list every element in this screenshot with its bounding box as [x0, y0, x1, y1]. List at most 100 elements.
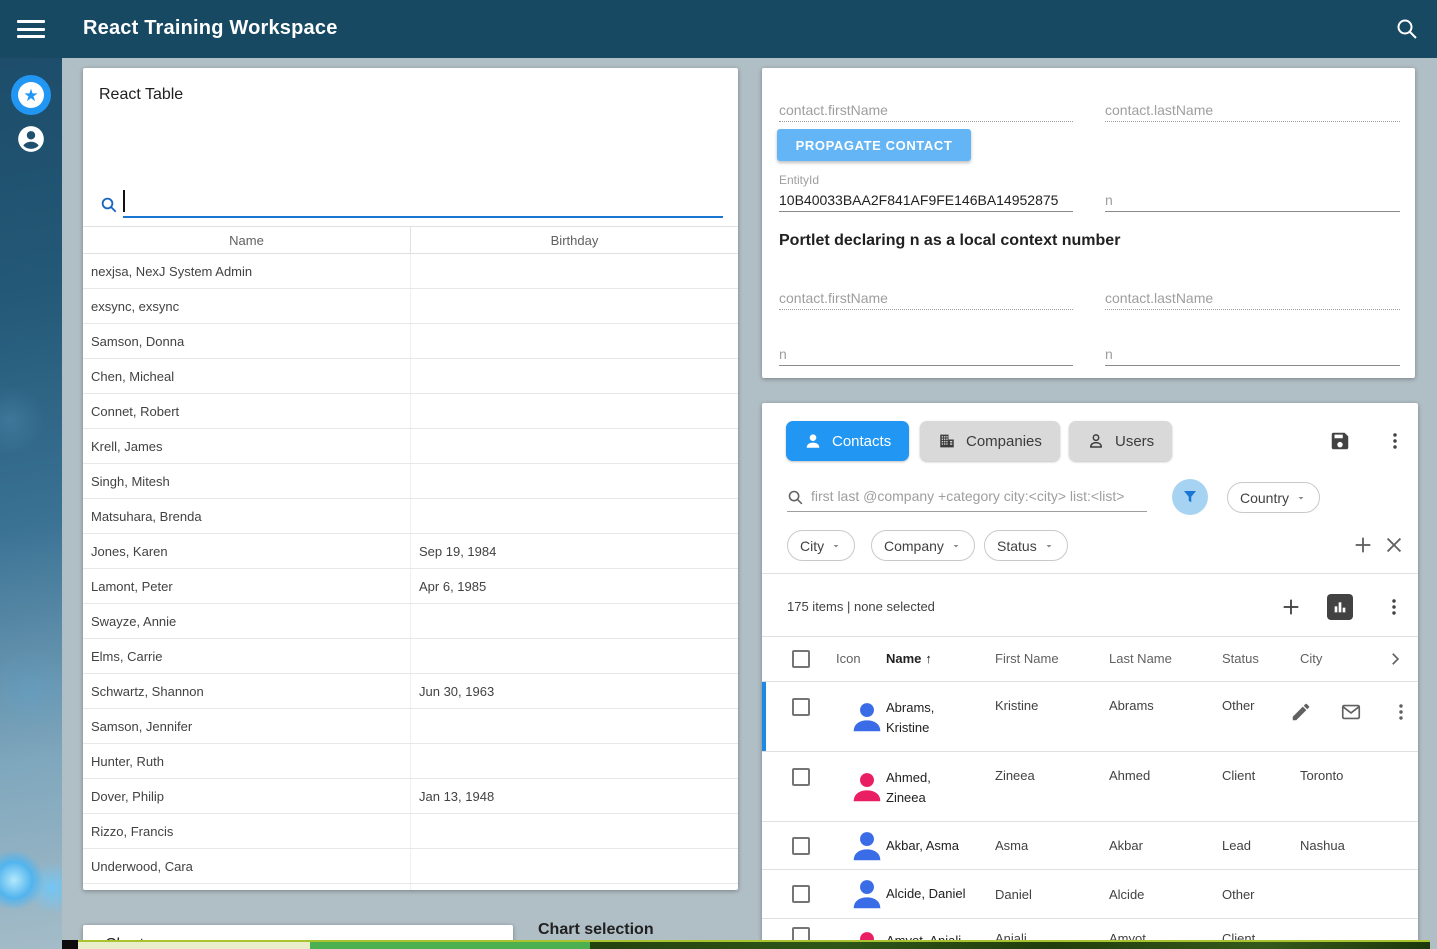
save-icon[interactable] [1329, 430, 1351, 452]
clipped-chart-axis-segment [78, 940, 310, 949]
table-row[interactable]: Schwartz, ShannonJun 30, 1963 [83, 674, 738, 709]
tab-users[interactable]: Users [1069, 421, 1172, 461]
contacts-search-input[interactable] [787, 481, 1147, 511]
contact-person-icon [848, 698, 886, 736]
table-row[interactable]: Samson, Jennifer [83, 709, 738, 744]
country-filter-chip[interactable]: Country [1227, 482, 1320, 513]
contact-first-name-field [779, 98, 1073, 122]
n-field [1105, 188, 1400, 212]
app-bar: React Training Workspace [0, 0, 1437, 58]
funnel-icon [1181, 488, 1199, 506]
person-icon [804, 432, 822, 450]
email-envelope-icon[interactable] [1340, 701, 1362, 723]
table-row[interactable]: Hunter, Ruth [83, 744, 738, 779]
select-all-checkbox[interactable] [792, 650, 810, 668]
column-header-last-name[interactable]: Last Name [1109, 651, 1222, 666]
more-vertical-icon[interactable] [1390, 701, 1412, 723]
table-row[interactable]: Chen, Micheal [83, 359, 738, 394]
portlet-first-name-field [779, 286, 1073, 310]
sidebar-item-workspace[interactable]: ★ [11, 75, 51, 115]
items-status-text: 175 items | none selected [787, 599, 935, 614]
table-row[interactable]: Swayze, Annie [83, 604, 738, 639]
clear-filters-icon[interactable] [1383, 534, 1405, 556]
person-outline-icon [1087, 432, 1105, 450]
column-header-status[interactable]: Status [1222, 651, 1300, 666]
react-table: Name Birthday nexjsa, NexJ System Admin … [83, 226, 738, 890]
table-row[interactable]: Smith, Valerie [83, 884, 738, 890]
row-checkbox[interactable] [792, 837, 810, 855]
edit-pencil-icon[interactable] [1290, 701, 1312, 723]
search-icon[interactable] [1395, 17, 1419, 41]
app-title: React Training Workspace [83, 17, 338, 40]
column-header-name[interactable]: Name ↑ [886, 651, 995, 666]
more-vertical-icon[interactable] [1383, 596, 1405, 618]
search-icon [787, 489, 804, 506]
entity-id-label: EntityId [779, 173, 819, 187]
portlet-first-name-input[interactable] [779, 286, 1073, 309]
n-input[interactable] [1105, 188, 1400, 211]
bar-chart-icon [1332, 599, 1348, 615]
column-header-birthday[interactable]: Birthday [410, 227, 738, 253]
selected-row-indicator [762, 682, 766, 751]
contact-row[interactable]: Akbar, Asma Asma Akbar Lead Nashua [762, 822, 1418, 870]
propagate-contact-button[interactable]: PROPAGATE CONTACT [777, 129, 971, 161]
city-filter-chip[interactable]: City [787, 530, 855, 561]
contact-row[interactable]: Alcide, Daniel Daniel Alcide Other [762, 870, 1418, 919]
row-checkbox[interactable] [792, 698, 810, 716]
table-row[interactable]: Singh, Mitesh [83, 464, 738, 499]
add-filter-icon[interactable] [1352, 534, 1374, 556]
contact-person-icon [848, 827, 886, 865]
row-checkbox[interactable] [792, 768, 810, 786]
chevron-down-icon [1295, 492, 1307, 504]
divider [762, 573, 1418, 574]
table-row[interactable]: Connet, Robert [83, 394, 738, 429]
sidebar-item-account[interactable] [17, 125, 45, 153]
table-row[interactable]: Krell, James [83, 429, 738, 464]
status-filter-chip[interactable]: Status [984, 530, 1068, 561]
table-row[interactable]: Rizzo, Francis [83, 814, 738, 849]
table-row[interactable]: Underwood, Cara [83, 849, 738, 884]
contact-row[interactable]: Abrams, Kristine Kristine Abrams Other [762, 682, 1418, 752]
clipped-image-segment [590, 940, 1430, 949]
sort-ascending-icon: ↑ [925, 651, 932, 666]
contact-first-name-input[interactable] [779, 98, 1073, 121]
table-row[interactable]: Matsuhara, Brenda [83, 499, 738, 534]
table-search-input[interactable] [123, 186, 723, 216]
card-title: React Table [99, 86, 183, 104]
building-icon [938, 432, 956, 450]
contact-last-name-input[interactable] [1105, 98, 1400, 121]
filter-funnel-button[interactable] [1172, 479, 1208, 515]
bottom-clipped-strip [0, 940, 1437, 949]
portlet-last-name-input[interactable] [1105, 286, 1400, 309]
tab-contacts[interactable]: Contacts [786, 421, 909, 461]
table-search-field [123, 186, 723, 218]
tab-companies[interactable]: Companies [920, 421, 1060, 461]
table-row[interactable]: Lamont, PeterApr 6, 1985 [83, 569, 738, 604]
table-row[interactable]: nexjsa, NexJ System Admin [83, 254, 738, 289]
table-row[interactable]: Jones, KarenSep 19, 1984 [83, 534, 738, 569]
chevron-down-icon [830, 540, 842, 552]
contact-row[interactable]: Ahmed, Zineea Zineea Ahmed Client Toront… [762, 752, 1418, 822]
table-row[interactable]: Samson, Donna [83, 324, 738, 359]
context-card: PROPAGATE CONTACT EntityId Portlet decla… [762, 68, 1415, 378]
row-checkbox[interactable] [792, 885, 810, 903]
more-vertical-icon[interactable] [1384, 430, 1406, 452]
chevron-right-icon[interactable] [1386, 650, 1404, 668]
table-row[interactable]: Elms, Carrie [83, 639, 738, 674]
clipped-green-bar-segment [310, 940, 590, 949]
portlet-n-input[interactable] [779, 342, 1073, 365]
table-row[interactable]: Dover, PhilipJan 13, 1948 [83, 779, 738, 814]
column-header-city[interactable]: City [1300, 651, 1380, 666]
chart-view-button[interactable] [1327, 594, 1353, 620]
column-header-first-name[interactable]: First Name [995, 651, 1109, 666]
add-item-icon[interactable] [1280, 596, 1302, 618]
company-filter-chip[interactable]: Company [871, 530, 975, 561]
portlet-last-name-field [1105, 286, 1400, 310]
column-header-icon[interactable]: Icon [836, 651, 886, 666]
portlet-n-input-2[interactable] [1105, 342, 1400, 365]
entity-id-input[interactable] [779, 188, 1073, 211]
menu-icon[interactable] [17, 20, 45, 38]
table-row[interactable]: exsync, exsync [83, 289, 738, 324]
chart-selection-title: Chart selection [538, 921, 654, 939]
column-header-name[interactable]: Name [83, 233, 410, 248]
